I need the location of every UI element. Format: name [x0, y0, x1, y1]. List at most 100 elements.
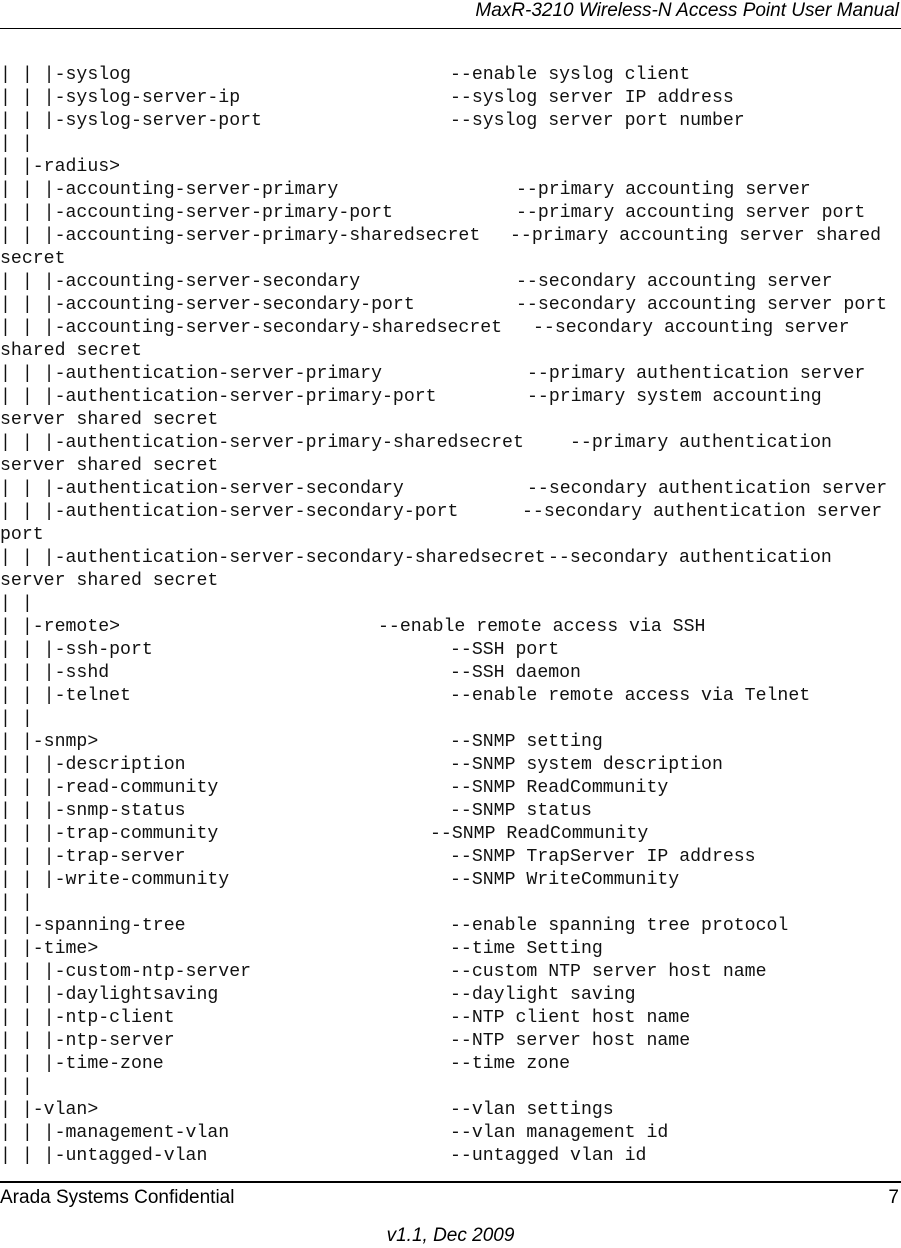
- cli-tree-line: | | |-accounting-server-secondary --secon…: [0, 271, 901, 294]
- command-name: | | |-time-zone: [0, 1054, 164, 1074]
- cli-tree-line: | | |-accounting-server-secondary-port --…: [0, 294, 901, 317]
- command-description: --SNMP ReadCommunity: [450, 778, 669, 798]
- cli-tree-line: secret: [0, 248, 901, 271]
- cli-tree-line: | | |-authentication-server-secondary-sh…: [0, 547, 901, 570]
- command-name: | | |-ntp-server: [0, 1031, 175, 1051]
- command-description: --syslog server IP address: [450, 88, 734, 108]
- page-number: 7: [888, 1187, 899, 1208]
- command-name: | | |-trap-server: [0, 847, 186, 867]
- command-description: --primary authentication server: [527, 364, 866, 384]
- command-name: | | |-custom-ntp-server: [0, 962, 252, 982]
- cli-tree-line: | |: [0, 892, 901, 915]
- command-description: --SNMP TrapServer IP address: [450, 847, 756, 867]
- cli-tree-line: | | |-daylightsaving --daylight saving: [0, 984, 901, 1007]
- cli-tree-line: | | |-accounting-server-secondary-shared…: [0, 317, 901, 340]
- cli-tree-line: | |-spanning-tree --enable spanning tree …: [0, 915, 901, 938]
- command-name: server shared secret: [0, 456, 219, 476]
- command-name: | |-time>: [0, 939, 99, 959]
- command-name: | | |-authentication-server-secondary-sh…: [0, 548, 546, 568]
- cli-tree-line: | | |-telnet --enable remote access via T…: [0, 685, 901, 708]
- cli-tree-line: | | |-custom-ntp-server --custom NTP serv…: [0, 961, 901, 984]
- cli-tree-line: | |: [0, 1076, 901, 1099]
- header-divider: [0, 28, 901, 29]
- command-name: | |: [0, 1077, 33, 1097]
- command-name: server shared secret: [0, 410, 219, 430]
- command-name: | |-spanning-tree: [0, 916, 186, 936]
- command-name: | | |-ntp-client: [0, 1008, 175, 1028]
- cli-tree-line: | | |-syslog --enable syslog client: [0, 64, 901, 87]
- command-description: --secondary authentication: [548, 548, 832, 568]
- command-name: | | |-accounting-server-primary: [0, 180, 339, 200]
- command-description: --NTP server host name: [450, 1031, 691, 1051]
- cli-tree-line: | | |-authentication-server-secondary --s…: [0, 478, 901, 501]
- command-description: --primary accounting server port: [516, 203, 866, 223]
- command-name: | |: [0, 709, 33, 729]
- command-description: --daylight saving: [450, 985, 636, 1005]
- command-name: secret: [0, 249, 66, 269]
- cli-tree-line: | |: [0, 133, 901, 156]
- command-description: --SNMP status: [450, 801, 592, 821]
- cli-tree-line: server shared secret: [0, 570, 901, 593]
- command-description: --primary accounting server: [516, 180, 811, 200]
- command-name: | | |-sshd: [0, 663, 110, 683]
- command-name: | | |-accounting-server-primary-port: [0, 203, 393, 223]
- command-description: --secondary authentication server: [522, 502, 883, 522]
- command-description: --SNMP setting: [450, 732, 603, 752]
- command-name: | | |-accounting-server-secondary-port: [0, 295, 415, 315]
- cli-tree-line: | |-radius>: [0, 156, 901, 179]
- command-description: --SNMP system description: [450, 755, 723, 775]
- command-description: --secondary accounting server port: [516, 295, 888, 315]
- cli-tree-line: | | |-accounting-server-primary-sharedse…: [0, 225, 901, 248]
- command-name: | | |-description: [0, 755, 186, 775]
- command-name: | | |-accounting-server-secondary-shared…: [0, 318, 503, 338]
- command-description: --enable spanning tree protocol: [450, 916, 789, 936]
- command-name: | | |-syslog-server-ip: [0, 88, 241, 108]
- command-description: --SNMP WriteCommunity: [450, 870, 680, 890]
- command-description: --enable syslog client: [450, 65, 691, 85]
- command-description: --enable remote access via Telnet: [450, 686, 811, 706]
- command-name: port: [0, 525, 44, 545]
- cli-tree-line: | | |-description --SNMP system descripti…: [0, 754, 901, 777]
- cli-tree-line: | | |-ssh-port --SSH port: [0, 639, 901, 662]
- cli-tree-line: | | |-authentication-server-secondary-po…: [0, 501, 901, 524]
- command-name: | | |-management-vlan: [0, 1123, 230, 1143]
- cli-tree-line: | |-remote> --enable remote access via SS…: [0, 616, 901, 639]
- cli-tree-line: | | |-trap-community --SNMP ReadCommunity: [0, 823, 901, 846]
- command-description: --secondary accounting server: [516, 272, 833, 292]
- command-name: shared secret: [0, 341, 142, 361]
- command-name: | | |-trap-community: [0, 824, 219, 844]
- cli-tree-line: server shared secret: [0, 455, 901, 478]
- command-name: | | |-syslog: [0, 65, 131, 85]
- command-name: | | |-accounting-server-secondary: [0, 272, 361, 292]
- command-name: | | |-authentication-server-primary: [0, 364, 382, 384]
- cli-tree-line: | | |-write-community --SNMP WriteCommuni…: [0, 869, 901, 892]
- cli-tree-line: | | |-ntp-client --NTP client host name: [0, 1007, 901, 1030]
- command-name: | |: [0, 134, 33, 154]
- command-description: --primary authentication: [570, 433, 832, 453]
- command-name: | | |-untagged-vlan: [0, 1146, 208, 1166]
- cli-tree-line: | |-snmp> --SNMP setting: [0, 731, 901, 754]
- command-name: | |: [0, 594, 33, 614]
- cli-tree-line: | | |-accounting-server-primary-port --pr…: [0, 202, 901, 225]
- cli-command-tree: | | |-syslog --enable syslog client | | |-…: [0, 64, 901, 1168]
- command-description: --custom NTP server host name: [450, 962, 767, 982]
- cli-tree-line: | | |-ntp-server --NTP server host name: [0, 1030, 901, 1053]
- command-description: --NTP client host name: [450, 1008, 691, 1028]
- command-name: | | |-accounting-server-primary-sharedse…: [0, 226, 481, 246]
- command-description: --primary accounting server shared: [510, 226, 882, 246]
- command-name: | |-snmp>: [0, 732, 99, 752]
- command-name: | |-remote>: [0, 617, 121, 637]
- cli-tree-line: | |-vlan> --vlan settings: [0, 1099, 901, 1122]
- cli-tree-line: | |: [0, 708, 901, 731]
- command-name: | | |-authentication-server-primary-port: [0, 387, 437, 407]
- command-description: --untagged vlan id: [450, 1146, 647, 1166]
- command-description: --SSH daemon: [450, 663, 581, 683]
- footer-divider: [0, 1181, 901, 1183]
- command-description: --SSH port: [450, 640, 560, 660]
- command-description: --secondary authentication server: [527, 479, 888, 499]
- command-name: | | |-telnet: [0, 686, 131, 706]
- cli-tree-line: | | |-read-community --SNMP ReadCommunity: [0, 777, 901, 800]
- footer-confidential-label: Arada Systems Confidential: [0, 1187, 235, 1208]
- cli-tree-line: | | |-accounting-server-primary --primary…: [0, 179, 901, 202]
- cli-tree-line: | | |-time-zone --time zone: [0, 1053, 901, 1076]
